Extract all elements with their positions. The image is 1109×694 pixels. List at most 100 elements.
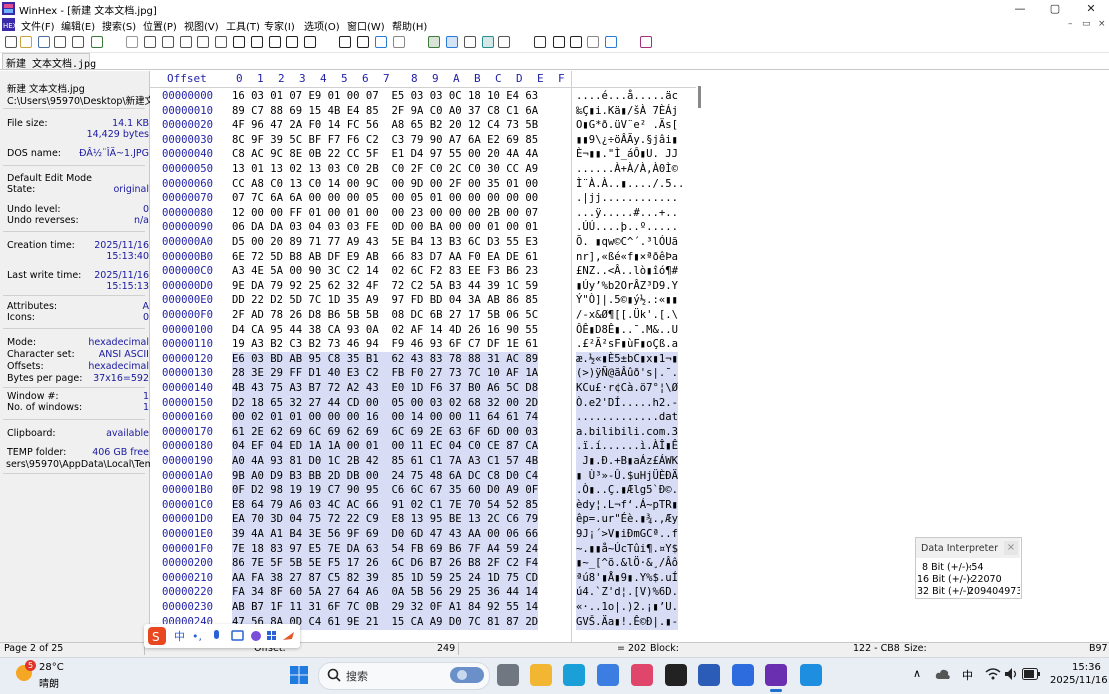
task-view-icon[interactable] bbox=[497, 664, 519, 686]
replace-text-icon[interactable] bbox=[269, 36, 281, 48]
row-hex-bytes[interactable]: 39 4A A1 B4 3E 56 9F 69 D0 6D 47 43 AA 0… bbox=[232, 527, 539, 543]
row-ascii-text[interactable]: Ý"Ò]|.5©▮ý½.:«▮▮ bbox=[576, 293, 678, 309]
disk-editor-icon[interactable] bbox=[428, 36, 440, 48]
row-ascii-text[interactable]: Ì¨À.À..▮..../.5.. bbox=[576, 177, 684, 193]
table-icon[interactable] bbox=[605, 36, 617, 48]
row-hex-bytes[interactable]: 8C 9F 39 5C BF F7 F6 C2 C3 79 90 A7 6A E… bbox=[232, 133, 538, 149]
row-ascii-text[interactable]: êp=.ur"Éè.▮¾.,Æy bbox=[576, 512, 679, 528]
row-hex-bytes[interactable]: D4 CA 95 44 38 CA 93 0A 02 AF 14 4D 26 1… bbox=[232, 323, 538, 339]
minimize-button[interactable]: — bbox=[1005, 0, 1035, 17]
row-hex-bytes[interactable]: 07 7C 6A 6A 00 00 00 05 00 05 01 00 00 0… bbox=[232, 191, 538, 207]
winhex-taskbar-icon[interactable] bbox=[765, 664, 787, 686]
open-disk-icon[interactable] bbox=[91, 36, 103, 48]
row-hex-bytes[interactable]: E8 64 79 A6 03 4C AC 66 91 02 C1 7E 70 5… bbox=[232, 497, 539, 514]
row-ascii-text[interactable]: J▮.Ð.+B▮aÁz£ÁWK bbox=[576, 454, 679, 470]
goto-offset-icon[interactable] bbox=[339, 36, 351, 48]
row-ascii-text[interactable]: (>)ÿÑ@ãÂûð's|.¯. bbox=[576, 366, 679, 382]
find-text-icon[interactable] bbox=[233, 36, 245, 48]
row-hex-bytes[interactable]: 7E 18 83 97 E5 7E DA 63 54 FB 69 B6 7F A… bbox=[232, 541, 539, 558]
row-ascii-text[interactable]: £NZ..<Â..lò▮îó¶# bbox=[576, 264, 678, 280]
mdi-restore-button[interactable]: ▭ bbox=[1082, 19, 1091, 29]
copy-hex-icon[interactable] bbox=[215, 36, 227, 48]
screen-recorder-icon[interactable] bbox=[631, 664, 653, 686]
vertical-scrollbar[interactable] bbox=[696, 71, 706, 642]
row-hex-bytes[interactable]: EA 70 3D 04 75 72 22 C9 E8 13 95 BE 13 2… bbox=[232, 512, 539, 528]
row-hex-bytes[interactable]: 6E 72 5D B8 AB DF E9 AB 66 83 D7 AA F0 E… bbox=[232, 250, 538, 266]
replace-hex-icon[interactable] bbox=[286, 36, 298, 48]
mdi-minimize-button[interactable]: – bbox=[1068, 19, 1073, 29]
row-ascii-text[interactable]: KCu£·r¢Cà.ö7°¦\Ø bbox=[576, 381, 679, 397]
row-ascii-text[interactable]: Ò.e2'DÍ.....h2.- bbox=[576, 395, 679, 412]
data-interpreter-icon[interactable] bbox=[482, 36, 494, 48]
camera-icon[interactable] bbox=[587, 36, 599, 48]
next-icon[interactable] bbox=[570, 36, 582, 48]
row-hex-bytes[interactable]: 89 C7 88 69 15 4B E4 85 2F 9A C0 A0 37 C… bbox=[232, 104, 538, 120]
row-hex-bytes[interactable]: D5 00 20 89 71 77 A9 43 5E B4 13 B3 6C D… bbox=[232, 235, 538, 251]
row-hex-bytes[interactable]: A0 4A 93 81 D0 1C 2B 42 85 61 C1 7A A3 C… bbox=[232, 454, 539, 470]
input-language-indicator[interactable]: 中 bbox=[962, 667, 973, 683]
edge-browser-icon[interactable] bbox=[563, 664, 585, 686]
winhex-app-icon[interactable] bbox=[2, 2, 15, 15]
forward-icon[interactable] bbox=[393, 36, 405, 48]
row-ascii-text[interactable]: .ÚÚ....þ..º..... bbox=[576, 220, 678, 236]
menu-options[interactable]: 选项(O) bbox=[304, 18, 340, 33]
menu-tools[interactable]: 工具(T) bbox=[226, 18, 260, 33]
bookmark-icon[interactable] bbox=[640, 36, 652, 48]
row-hex-bytes[interactable]: 19 A3 B2 C3 B2 73 46 94 F9 46 93 6F C7 D… bbox=[232, 337, 538, 353]
copy-icon[interactable] bbox=[162, 36, 174, 48]
row-hex-bytes[interactable]: 00 02 01 01 00 00 00 16 00 14 00 00 11 6… bbox=[232, 410, 539, 426]
row-ascii-text[interactable]: ....é...å.....äc bbox=[576, 89, 678, 105]
row-hex-bytes[interactable]: E6 03 BD AB 95 C8 35 B1 62 43 83 78 88 3… bbox=[232, 351, 539, 368]
row-ascii-text[interactable]: æ.½«▮È5±bC▮x▮1¬▮ bbox=[576, 351, 679, 368]
new-file-icon[interactable] bbox=[5, 36, 17, 48]
row-hex-bytes[interactable]: D2 18 65 32 27 44 CD 00 05 00 03 02 68 3… bbox=[232, 395, 539, 412]
prev-icon[interactable] bbox=[553, 36, 565, 48]
scrollbar-thumb[interactable] bbox=[698, 86, 701, 108]
print-icon[interactable] bbox=[54, 36, 66, 48]
clock-date[interactable]: 2025/11/16 bbox=[1050, 675, 1108, 686]
word-icon[interactable] bbox=[698, 664, 720, 686]
copy-block-icon[interactable] bbox=[144, 36, 156, 48]
menu-help[interactable]: 帮助(H) bbox=[392, 18, 427, 33]
row-hex-bytes[interactable]: AB B7 1F 11 31 6F 7C 0B 29 32 0F A1 84 9… bbox=[232, 600, 539, 616]
row-ascii-text[interactable]: GVŠ.Äa▮!.Ê©Ð|.▮- bbox=[576, 614, 679, 631]
row-ascii-text[interactable]: ......À+À/À,À0Ì© bbox=[576, 162, 678, 178]
volume-icon[interactable] bbox=[1004, 667, 1020, 681]
undo-icon[interactable] bbox=[126, 36, 138, 48]
row-hex-bytes[interactable]: 28 3E 29 FF D1 40 E3 C2 FB F0 27 73 7C 1… bbox=[232, 366, 539, 382]
row-hex-bytes[interactable]: C8 AC 9C 8E 0B 22 CC 5F E1 D4 97 55 00 2… bbox=[232, 147, 538, 163]
row-hex-bytes[interactable]: A3 4E 5A 00 90 3C C2 14 02 6C F2 83 EE F… bbox=[232, 264, 538, 280]
row-hex-bytes[interactable]: CC A8 C0 13 C0 14 00 9C 00 9D 00 2F 00 3… bbox=[232, 177, 538, 193]
row-hex-bytes[interactable]: 16 03 01 07 E9 01 00 07 E5 03 03 0C 18 1… bbox=[232, 89, 538, 105]
back-icon[interactable] bbox=[375, 36, 387, 48]
qq-icon[interactable] bbox=[665, 664, 687, 686]
weather-description[interactable]: 晴朗 bbox=[39, 675, 59, 690]
goto-sector-icon[interactable] bbox=[357, 36, 369, 48]
row-hex-bytes[interactable]: 9E DA 79 92 25 62 32 4F 72 C2 5A B3 44 3… bbox=[232, 279, 538, 295]
windows-start-icon[interactable] bbox=[289, 665, 309, 685]
open-file-icon[interactable] bbox=[20, 36, 32, 48]
menu-position[interactable]: 位置(P) bbox=[143, 18, 177, 33]
row-hex-bytes[interactable]: 9B A0 D9 B3 BB 2D DB 00 24 75 48 6A DC C… bbox=[232, 468, 539, 485]
row-hex-bytes[interactable]: 04 EF 04 ED 1A 1A 00 01 00 11 EC 04 C0 C… bbox=[232, 439, 539, 455]
weather-temperature[interactable]: 28°C bbox=[39, 662, 64, 673]
menu-specialist[interactable]: 专家(I) bbox=[264, 18, 295, 33]
menu-view[interactable]: 视图(V) bbox=[184, 18, 219, 33]
row-hex-bytes[interactable]: 4B 43 75 A3 B7 72 A2 43 E0 1D F6 37 B0 A… bbox=[232, 381, 539, 397]
row-hex-bytes[interactable]: 4F 96 47 2A F0 14 FC 56 A8 65 B2 20 12 C… bbox=[232, 118, 538, 134]
paste-icon[interactable] bbox=[180, 36, 192, 48]
paste-write-icon[interactable] bbox=[197, 36, 209, 48]
find-hex-icon[interactable] bbox=[251, 36, 263, 48]
search-analyze-icon[interactable] bbox=[498, 36, 510, 48]
row-ascii-text[interactable]: .|jj............ bbox=[576, 191, 678, 207]
ime-icons[interactable]: S 中 •, bbox=[146, 626, 298, 646]
row-ascii-text[interactable]: nr],«ßé«f▮×ªðêÞa bbox=[576, 250, 678, 266]
row-hex-bytes[interactable]: 06 DA DA 03 04 03 03 FE 0D 00 BA 00 00 0… bbox=[232, 220, 538, 236]
battery-icon[interactable] bbox=[1022, 668, 1040, 680]
microsoft-store-icon[interactable] bbox=[597, 664, 619, 686]
row-ascii-text[interactable]: .............dat bbox=[576, 410, 679, 426]
row-ascii-text[interactable]: .Ò▮..Ç.▮Ælg5`Ð©. bbox=[576, 483, 679, 499]
save-icon[interactable] bbox=[38, 36, 50, 48]
row-ascii-text[interactable]: ‰Ç▮i.Kä▮/šÀ 7ÈÁj bbox=[576, 104, 678, 120]
row-ascii-text[interactable]: Õ. ▮qw©C^´.³lÓUã bbox=[576, 235, 678, 251]
